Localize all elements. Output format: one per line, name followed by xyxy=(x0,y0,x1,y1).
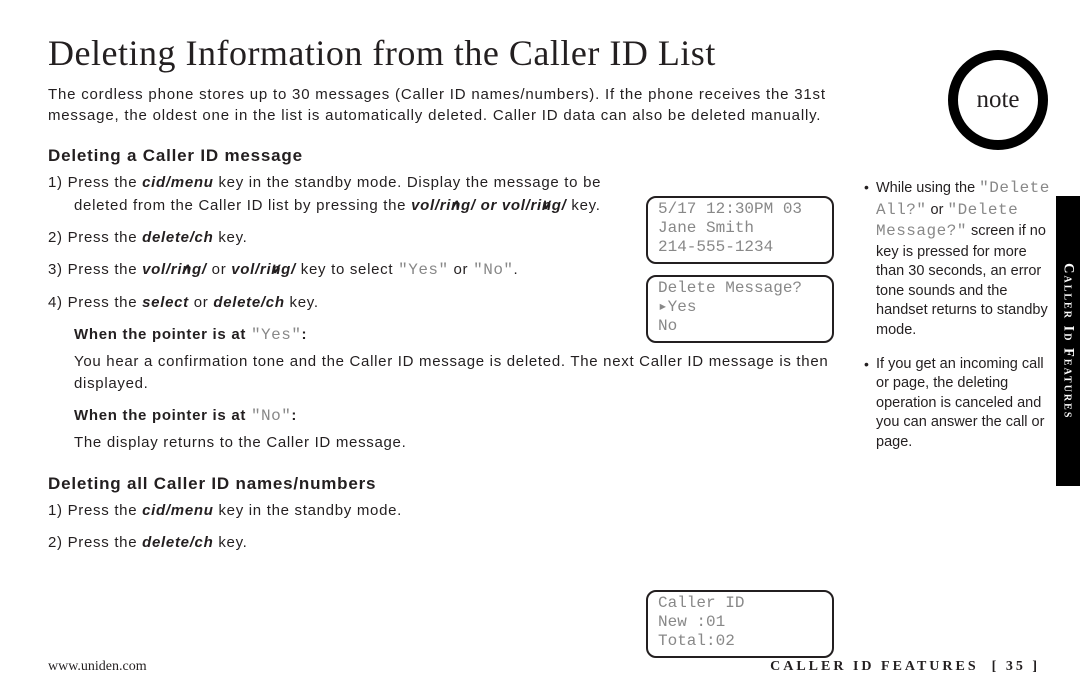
heading-delete-all: Deleting all Caller ID names/numbers xyxy=(48,474,838,494)
when-yes-body: You hear a confirmation tone and the Cal… xyxy=(48,351,838,395)
page-footer: www.uniden.com CALLER ID FEATURES [ 35 ] xyxy=(48,659,1040,675)
lcd-caller-id-summary: Caller ID New :01 Total:02 xyxy=(646,590,834,658)
note-icon: note xyxy=(948,50,1048,150)
intro-paragraph: The cordless phone stores up to 30 messa… xyxy=(48,84,838,126)
section-tab: Caller Id Features xyxy=(1056,196,1080,486)
when-no-body: The display returns to the Caller ID mes… xyxy=(48,432,838,454)
lcd-caller-entry: 5/17 12:30PM 03 Jane Smith 214-555-1234 xyxy=(646,196,834,264)
all-step-1: 1) Press the cid/menu key in the standby… xyxy=(48,500,838,522)
heading-delete-one: Deleting a Caller ID message xyxy=(48,146,838,166)
note-item: While using the "Delete All?" or "Delete… xyxy=(864,178,1054,341)
footer-page: CALLER ID FEATURES [ 35 ] xyxy=(770,659,1040,675)
footer-url: www.uniden.com xyxy=(48,659,147,675)
note-item: If you get an incoming call or page, the… xyxy=(864,355,1054,453)
when-no-label: When the pointer is at "No": xyxy=(48,405,838,428)
note-list: While using the "Delete All?" or "Delete… xyxy=(864,178,1054,466)
all-step-2: 2) Press the delete/ch key. xyxy=(48,532,838,554)
page-title: Deleting Information from the Caller ID … xyxy=(48,32,838,74)
step-1: 1) Press the cid/menu key in the standby… xyxy=(48,172,640,217)
lcd-delete-message: Delete Message? ▸Yes No xyxy=(646,275,834,343)
